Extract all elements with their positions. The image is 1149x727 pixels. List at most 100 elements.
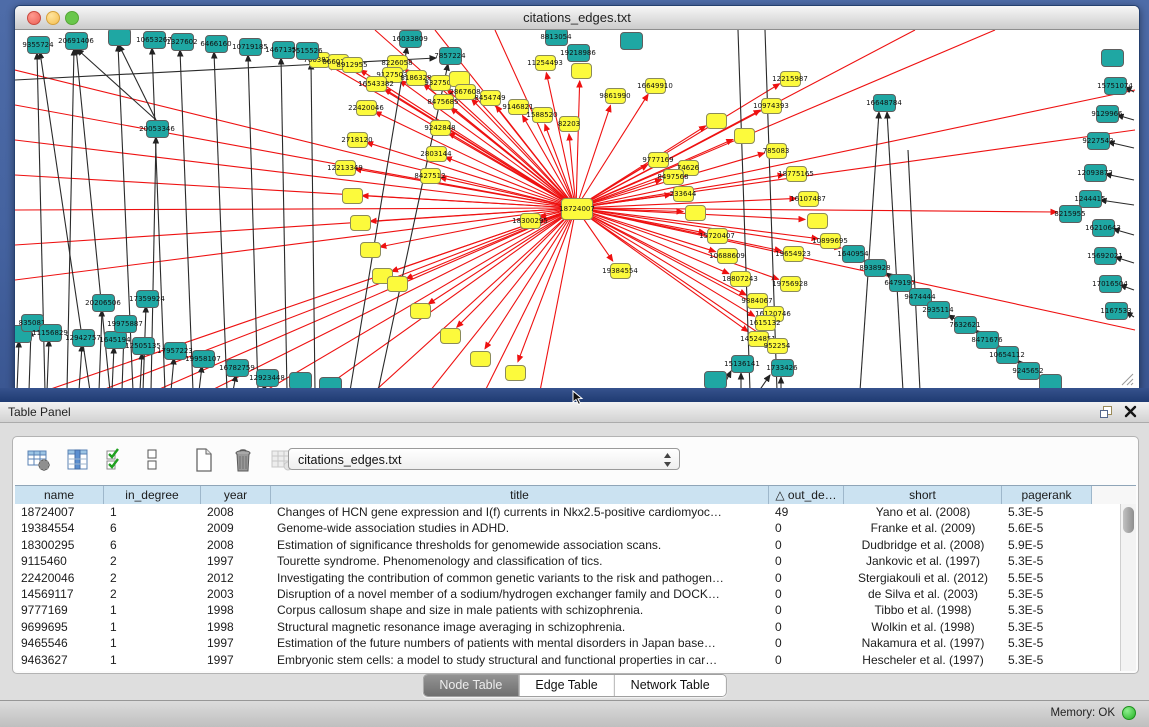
table-cell[interactable]: 14569117 xyxy=(15,586,104,602)
graph-node[interactable]: 19384554 xyxy=(610,263,631,279)
graph-node[interactable]: 8454749 xyxy=(480,90,501,106)
graph-node[interactable]: 19654923 xyxy=(783,246,804,262)
table-cell[interactable]: 5.5E-5 xyxy=(1002,570,1092,586)
clear-selection-icon[interactable] xyxy=(143,447,169,473)
graph-node[interactable]: 19958107 xyxy=(192,350,215,368)
graph-node[interactable]: 8475685 xyxy=(433,94,454,110)
table-cell[interactable]: 2 xyxy=(104,553,201,569)
table-cell[interactable]: 0 xyxy=(769,586,844,602)
graph-node[interactable]: 17957223 xyxy=(164,342,187,360)
graph-node[interactable]: 1733426 xyxy=(771,359,794,377)
graph-node[interactable]: 16210643 xyxy=(1092,219,1115,237)
table-row[interactable]: 2242004622012Investigating the contribut… xyxy=(15,570,1121,586)
graph-node[interactable] xyxy=(1101,49,1124,67)
table-cell[interactable]: 1997 xyxy=(201,652,271,668)
graph-node[interactable]: 2718120 xyxy=(347,132,368,148)
table-cell[interactable]: Wolkin et al. (1998) xyxy=(844,619,1002,635)
table-cell[interactable]: 0 xyxy=(769,635,844,651)
graph-node[interactable]: 9861990 xyxy=(605,88,626,104)
table-cell[interactable]: Estimation of significance thresholds fo… xyxy=(271,537,769,553)
graph-node[interactable]: 9227543 xyxy=(1087,132,1110,150)
graph-node[interactable]: 785083 xyxy=(766,143,787,159)
graph-node[interactable]: 16033809 xyxy=(399,30,422,48)
graph-node[interactable]: 16649910 xyxy=(645,78,666,94)
graph-node[interactable]: 9355724 xyxy=(27,36,50,54)
window-titlebar[interactable]: citations_edges.txt xyxy=(15,6,1139,30)
table-cell[interactable]: 2 xyxy=(104,570,201,586)
graph-node[interactable] xyxy=(704,371,727,389)
graph-node[interactable]: 8215955 xyxy=(1059,205,1082,223)
graph-node[interactable]: 7632621 xyxy=(954,316,977,334)
graph-node[interactable]: 12093872 xyxy=(1084,164,1107,182)
table-cell[interactable]: de Silva et al. (2003) xyxy=(844,586,1002,602)
graph-node[interactable] xyxy=(108,30,131,46)
select-columns-icon[interactable] xyxy=(65,447,91,473)
table-cell[interactable]: 9463627 xyxy=(15,652,104,668)
table-cell[interactable]: 1997 xyxy=(201,635,271,651)
table-row[interactable]: 969969511998Structural magnetic resonanc… xyxy=(15,619,1121,635)
graph-node[interactable]: 9327508 xyxy=(430,75,451,91)
table-cell[interactable]: Hescheler et al. (1997) xyxy=(844,652,1002,668)
table-cell[interactable]: Changes of HCN gene expression and I(f) … xyxy=(271,504,769,520)
graph-node[interactable]: 8427512 xyxy=(420,168,441,184)
graph-node[interactable]: 11156829 xyxy=(39,324,62,342)
graph-node[interactable]: 18807243 xyxy=(730,271,751,287)
graph-node[interactable]: 9146821 xyxy=(508,99,529,115)
graph-node[interactable]: 20053346 xyxy=(146,120,169,138)
tab-edge-table[interactable]: Edge Table xyxy=(518,675,613,696)
graph-node[interactable]: 82203 xyxy=(559,116,580,132)
select-all-check-icon[interactable] xyxy=(104,447,130,473)
graph-node[interactable]: 15692021 xyxy=(1094,247,1117,265)
table-cell[interactable]: 2008 xyxy=(201,504,271,520)
table-cell[interactable]: Disruption of a novel member of a sodium… xyxy=(271,586,769,602)
graph-node[interactable]: 1588520 xyxy=(532,107,553,123)
graph-node[interactable]: 1327602 xyxy=(171,33,194,51)
table-cell[interactable]: Tibbo et al. (1998) xyxy=(844,602,1002,618)
table-cell[interactable]: Nakamura et al. (1997) xyxy=(844,635,1002,651)
graph-node[interactable]: 6466160 xyxy=(205,35,228,53)
table-cell[interactable]: 1997 xyxy=(201,553,271,569)
graph-node[interactable]: 952254 xyxy=(767,338,788,354)
column-header-year[interactable]: year xyxy=(201,486,271,505)
table-cell[interactable]: 18724007 xyxy=(15,504,104,520)
graph-node[interactable]: 10654112 xyxy=(996,346,1019,364)
table-cell[interactable]: 0 xyxy=(769,553,844,569)
close-panel-icon[interactable] xyxy=(1124,405,1137,418)
graph-node[interactable]: 20691406 xyxy=(65,32,88,50)
graph-node[interactable]: 7857224 xyxy=(439,47,462,65)
table-cell[interactable]: 5.3E-5 xyxy=(1002,504,1092,520)
graph-node[interactable]: 16543382 xyxy=(366,76,387,92)
table-cell[interactable]: 1 xyxy=(104,602,201,618)
table-cell[interactable]: 9115460 xyxy=(15,553,104,569)
graph-node[interactable]: 10974393 xyxy=(761,98,782,114)
table-row[interactable]: 1830029562008Estimation of significance … xyxy=(15,537,1121,553)
graph-node[interactable]: 16782759 xyxy=(226,359,249,377)
graph-node[interactable]: 1645194 xyxy=(104,331,127,349)
table-cell[interactable]: Tourette syndrome. Phenomenology and cla… xyxy=(271,553,769,569)
table-cell[interactable]: Structural magnetic resonance image aver… xyxy=(271,619,769,635)
new-document-icon[interactable] xyxy=(191,447,217,473)
graph-node[interactable]: 2935114 xyxy=(927,301,950,319)
table-cell[interactable]: Corpus callosum shape and size in male p… xyxy=(271,602,769,618)
graph-node[interactable]: 8813054 xyxy=(545,30,568,46)
table-cell[interactable]: 9777169 xyxy=(15,602,104,618)
graph-node[interactable]: 8912955 xyxy=(342,57,363,73)
graph-node[interactable]: 19975887 xyxy=(114,315,137,333)
graph-node[interactable]: 11254493 xyxy=(535,55,556,71)
graph-node[interactable]: 18724007 xyxy=(561,198,593,220)
table-cell[interactable]: 2008 xyxy=(201,537,271,553)
column-header-name[interactable]: name xyxy=(15,486,104,505)
graph-node[interactable]: 1244415 xyxy=(1079,190,1102,208)
table-cell[interactable]: Genome-wide association studies in ADHD. xyxy=(271,520,769,536)
table-row[interactable]: 946554611997Estimation of the future num… xyxy=(15,635,1121,651)
table-cell[interactable]: 5.3E-5 xyxy=(1002,619,1092,635)
table-cell[interactable]: 22420046 xyxy=(15,570,104,586)
table-cell[interactable]: Embryonic stem cells: a model to study s… xyxy=(271,652,769,668)
table-row[interactable]: 1872400712008Changes of HCN gene express… xyxy=(15,504,1121,520)
graph-node[interactable]: 8186328 xyxy=(406,70,427,86)
table-source-dropdown[interactable]: citations_edges.txt xyxy=(288,448,680,470)
table-cell[interactable]: Investigating the contribution of common… xyxy=(271,570,769,586)
graph-node[interactable] xyxy=(807,213,828,229)
graph-node[interactable]: 18300295 xyxy=(520,213,541,229)
tab-network-table[interactable]: Network Table xyxy=(614,675,726,696)
